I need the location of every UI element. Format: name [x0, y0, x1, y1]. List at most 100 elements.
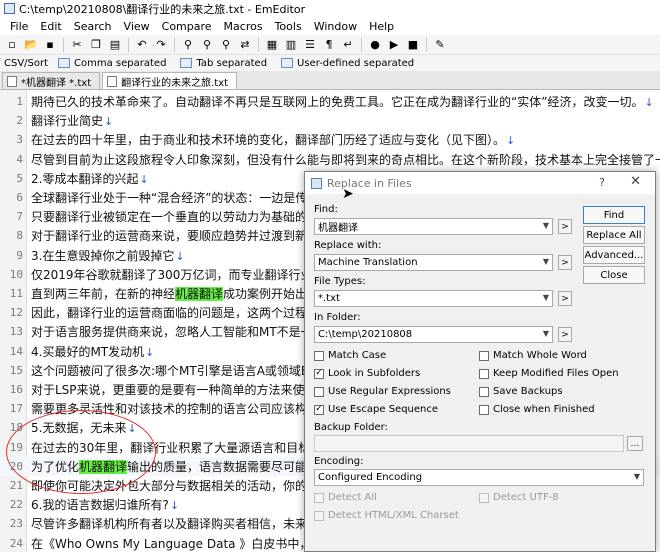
menu-macros[interactable]: Macros — [218, 20, 269, 33]
tools-icon[interactable]: ✎ — [432, 37, 448, 53]
menu-help[interactable]: Help — [363, 20, 400, 33]
find-input[interactable]: 机器翻译 ▼ — [314, 218, 553, 235]
checkbox-label: Detect All — [328, 492, 377, 503]
line-end-icon: ↓ — [139, 172, 149, 186]
chevron-down-icon[interactable]: ▼ — [543, 221, 549, 230]
line-number: 21 — [9, 479, 23, 492]
close-icon[interactable]: ✕ — [630, 174, 641, 189]
dialog-title-bar[interactable]: Replace in Files ? ✕ — [305, 172, 655, 194]
replace-input[interactable]: Machine Translation ▼ — [314, 254, 553, 271]
line-text: 尽管到目前为止这段旅程令人印象深刻，但没有什么能与即将到来的奇点相比。在这个新阶… — [31, 152, 660, 167]
replace-all-button[interactable]: Replace All — [583, 226, 645, 244]
find-next-icon[interactable]: ⚲ — [199, 37, 215, 53]
new-file-icon[interactable]: ▫ — [4, 37, 20, 53]
checkbox-label: Match Whole Word — [493, 350, 587, 361]
keep-modified-files-open-checkbox[interactable]: Keep Modified Files Open — [479, 368, 619, 379]
folder-input[interactable]: C:\temp\20210808 ▼ — [314, 326, 553, 343]
in-folder-label: In Folder: — [314, 312, 361, 323]
save-icon[interactable]: ▪ — [42, 37, 58, 53]
tab-separated-button[interactable]: Tab separated — [180, 58, 267, 69]
find-value: 机器翻译 — [318, 223, 358, 234]
browse-backup-button: … — [627, 436, 643, 451]
advanced-button[interactable]: Advanced... — [583, 246, 645, 264]
user-defined-separated-button[interactable]: User-defined separated — [281, 58, 414, 69]
chevron-down-icon[interactable]: ▼ — [543, 329, 549, 338]
toolbar-separator — [63, 37, 64, 52]
line-number: 13 — [9, 325, 23, 339]
toolbar-separator — [258, 37, 259, 52]
macro-record-icon[interactable]: ● — [367, 37, 383, 53]
editor-line[interactable]: 3 在过去的四十年里，由于商业和技术环境的变化，翻译部门历经了适应与变化（见下图）… — [0, 130, 660, 149]
folder-options-button[interactable]: > — [558, 327, 572, 342]
editor-line[interactable]: 1 期待已久的技术革命来了。自动翻译不再只是互联网上的免费工具。它正在成为翻译行业… — [0, 92, 660, 111]
chevron-down-icon[interactable]: ▼ — [634, 472, 640, 481]
replace-value: Machine Translation — [318, 257, 418, 268]
tab-translation-industry-future[interactable]: 翻译行业的未来之旅.txt — [102, 72, 238, 89]
checkbox-box — [479, 350, 489, 361]
menu-window[interactable]: Window — [308, 20, 363, 33]
find-prev-icon[interactable]: ⚲ — [218, 37, 234, 53]
paste-icon[interactable]: ▤ — [107, 37, 123, 53]
use-escape-sequence-checkbox[interactable]: ✓ Use Escape Sequence — [314, 404, 438, 415]
chevron-down-icon[interactable]: ▼ — [543, 257, 549, 266]
help-icon[interactable]: ? — [599, 176, 605, 189]
replace-options-button[interactable]: > — [558, 255, 572, 270]
file-types-options-button[interactable]: > — [558, 291, 572, 306]
menu-edit[interactable]: Edit — [34, 20, 67, 33]
close-button[interactable]: Close — [583, 266, 645, 284]
wrap-icon[interactable]: ↵ — [340, 37, 356, 53]
replace-icon[interactable]: ⇄ — [237, 37, 253, 53]
match-case-checkbox[interactable]: Match Case — [314, 350, 386, 361]
undo-icon[interactable]: ↶ — [134, 37, 150, 53]
macro-play-icon[interactable]: ▶ — [386, 37, 402, 53]
replace-in-files-dialog: Replace in Files ? ✕ Find: 机器翻译 ▼ > Repl… — [304, 171, 656, 552]
match-whole-word-checkbox[interactable]: Match Whole Word — [479, 350, 587, 361]
editor-line[interactable]: 2 翻译行业简史↓ — [0, 111, 660, 130]
line-number: 8 — [16, 229, 23, 243]
chevron-down-icon[interactable]: ▼ — [543, 293, 549, 302]
menu-compare[interactable]: Compare — [156, 20, 218, 33]
use-regular-expressions-checkbox[interactable]: Use Regular Expressions — [314, 386, 451, 397]
close-when-finished-checkbox[interactable]: Close when Finished — [479, 404, 595, 415]
tab-label: *机器翻译 *.txt — [21, 77, 92, 89]
backup-folder-input — [314, 435, 624, 452]
line-text: 全球翻译行业处于一种“混合经济”的状态：一边是传统↓ — [27, 189, 330, 206]
checkbox-label: Use Regular Expressions — [328, 386, 451, 397]
menu-file[interactable]: File — [4, 20, 34, 33]
split-icon[interactable]: ▥ — [283, 37, 299, 53]
title-bar: C:\temp\20210808\翻译行业的未来之旅.txt - EmEdito… — [0, 0, 660, 17]
menu-search[interactable]: Search — [68, 20, 118, 33]
tab-machine-translation[interactable]: *机器翻译 *.txt — [2, 72, 101, 89]
find-options-button[interactable]: > — [558, 219, 572, 234]
find-icon[interactable]: ⚲ — [180, 37, 196, 53]
save-backups-checkbox[interactable]: Save Backups — [479, 386, 563, 397]
comma-separated-button[interactable]: Comma separated — [58, 58, 166, 69]
menu-view[interactable]: View — [118, 20, 156, 33]
checkbox-label: Save Backups — [493, 386, 563, 397]
window-title: C:\temp\20210808\翻译行业的未来之旅.txt - EmEdito… — [19, 2, 306, 16]
macro-stop-icon[interactable]: ■ — [405, 37, 421, 53]
menu-tools[interactable]: Tools — [269, 20, 308, 33]
copy-icon[interactable]: ❐ — [88, 37, 104, 53]
view-mode-icon[interactable]: ▦ — [264, 37, 280, 53]
outline-icon[interactable]: ☰ — [302, 37, 318, 53]
look-in-subfolders-checkbox[interactable]: ✓ Look in Subfolders — [314, 368, 420, 379]
line-text: 4.买最好的MT发动机↓ — [31, 344, 155, 359]
editor-line[interactable]: 4 尽管到目前为止这段旅程令人印象深刻，但没有什么能与即将到来的奇点相比。在这个新… — [0, 150, 660, 169]
line-number: 1 — [16, 95, 23, 108]
open-file-icon[interactable]: 📂 — [23, 37, 39, 53]
encoding-select[interactable]: Configured Encoding ▼ — [314, 469, 644, 486]
line-number: 3 — [16, 133, 23, 147]
line-text: 期待已久的技术革命来了。自动翻译不再只是互联网上的免费工具。它正在成为翻译行业的… — [31, 95, 654, 109]
line-number: 5 — [16, 171, 23, 185]
file-types-input[interactable]: *.txt ▼ — [314, 290, 553, 307]
line-number: 10 — [9, 267, 23, 281]
line-text: 因此，翻译行业的运营商面临的问题是，这两个过程↓ — [27, 304, 317, 321]
redo-icon[interactable]: ↷ — [153, 37, 169, 53]
cut-icon[interactable]: ✂ — [69, 37, 85, 53]
find-button[interactable]: Find — [583, 206, 645, 224]
line-end-icon: ↓ — [169, 499, 180, 513]
checkbox-label: Detect HTML/XML Charset — [328, 510, 459, 521]
marks-icon[interactable]: ¶ — [321, 37, 337, 53]
line-end-icon: ↓ — [175, 249, 185, 263]
